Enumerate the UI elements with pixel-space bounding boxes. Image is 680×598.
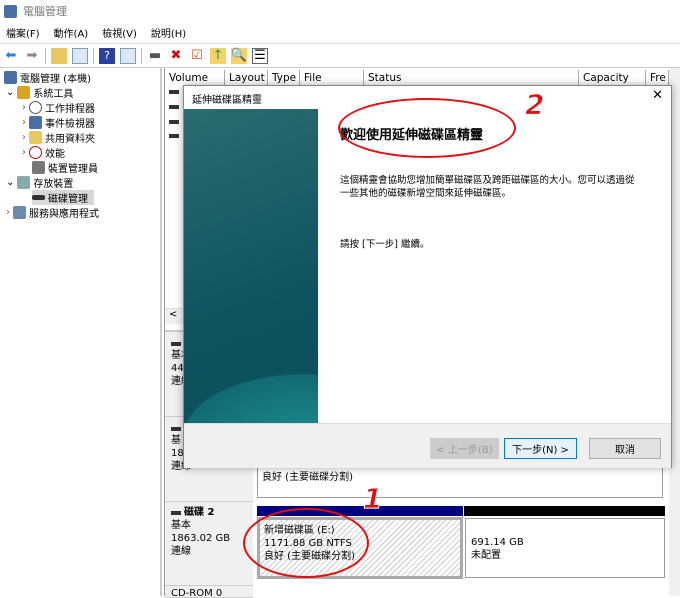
cdrom-info[interactable]: CD-ROM 0 — [165, 586, 253, 598]
tree-item-task-scheduler[interactable]: › 工作排程器 — [0, 100, 160, 115]
drive-icon — [171, 510, 181, 515]
tree-item-root[interactable]: 電腦管理 (本機) — [0, 70, 160, 85]
storage-icon — [17, 176, 31, 189]
performance-icon — [29, 146, 42, 159]
delete-icon[interactable]: ✖ — [168, 48, 184, 64]
search-icon[interactable]: 🔍 — [231, 47, 247, 64]
column-capacity[interactable]: Capacity — [579, 70, 646, 86]
action-pane-icon[interactable] — [120, 47, 136, 64]
toolbar-divider — [93, 47, 94, 64]
toolbar-divider — [141, 47, 142, 64]
tree-item-system-tools[interactable]: ⌄ 系統工具 — [0, 85, 160, 100]
computer-icon — [4, 71, 17, 84]
toolbar: ⬅ ➡ ? ▬ ✖ ☑ ↑ 🔍 ☰ — [0, 44, 680, 68]
event-viewer-icon — [29, 116, 42, 129]
menu-file[interactable]: 檔案(F) — [6, 25, 40, 40]
chevron-right-icon[interactable]: › — [22, 117, 26, 128]
menu-action[interactable]: 動作(A) — [54, 25, 89, 40]
column-volume[interactable]: Volume — [165, 70, 225, 86]
drive-icon — [169, 105, 179, 109]
computer-management-icon — [4, 4, 17, 18]
column-status[interactable]: Status — [364, 70, 579, 86]
column-free[interactable]: Fre — [646, 70, 669, 86]
help-icon[interactable]: ? — [99, 47, 115, 64]
settings-icon[interactable]: ☰ — [252, 47, 268, 64]
unallocated-bar — [464, 506, 665, 516]
disk-2-info[interactable]: 磁碟 2 基本 1863.02 GB 連線 — [165, 502, 253, 586]
unallocated-space[interactable]: 691.14 GB 未配置 — [465, 518, 665, 578]
close-button[interactable]: ✕ — [652, 88, 663, 103]
back-button[interactable]: < 上一步(B) — [430, 438, 499, 459]
column-file-system[interactable]: File System — [300, 70, 364, 100]
drive-icon — [169, 120, 179, 124]
chevron-right-icon[interactable]: › — [22, 147, 26, 158]
tree-item-event-viewer[interactable]: › 事件檢視器 — [0, 115, 160, 130]
column-type[interactable]: Type — [268, 70, 300, 86]
tree-item-device-manager[interactable]: 裝置管理員 — [0, 160, 160, 175]
title-bar: 電腦管理 — [0, 0, 680, 22]
scroll-left-icon[interactable]: < — [165, 309, 177, 320]
chevron-down-icon[interactable]: ⌄ — [6, 177, 14, 188]
drive-icon — [171, 342, 181, 346]
tools-icon — [17, 86, 31, 99]
properties-icon[interactable]: ☑ — [189, 48, 205, 64]
connect-drive-icon[interactable]: ▬ — [147, 48, 163, 64]
tree-item-disk-management[interactable]: 磁碟管理 — [32, 190, 94, 205]
services-icon — [13, 206, 26, 219]
column-layout[interactable]: Layout — [225, 70, 268, 86]
menu-help[interactable]: 說明(H) — [151, 25, 186, 40]
chevron-down-icon[interactable]: ⌄ — [6, 87, 14, 98]
tree-item-storage[interactable]: ⌄ 存放裝置 — [0, 175, 160, 190]
chevron-right-icon[interactable]: › — [22, 132, 26, 143]
cancel-button[interactable]: 取消 — [589, 438, 661, 459]
show-hide-tree-icon[interactable] — [72, 47, 88, 64]
clock-icon — [29, 101, 42, 114]
tree-item-performance[interactable]: › 效能 — [0, 145, 160, 160]
drive-icon — [171, 427, 181, 431]
navigation-tree: 電腦管理 (本機) ⌄ 系統工具 › 工作排程器 › 事件檢視器 › 共用資料夾 › 效能… — [0, 68, 162, 596]
window-title: 電腦管理 — [23, 5, 67, 18]
next-button[interactable]: 下一步(N) > — [504, 438, 577, 459]
export-icon[interactable]: ↑ — [210, 47, 226, 64]
shared-folder-icon — [29, 131, 42, 144]
back-arrow-icon[interactable]: ⬅ — [3, 48, 19, 64]
wizard-instruction: 請按 [下一步] 繼續。 — [340, 239, 430, 250]
forward-arrow-icon[interactable]: ➡ — [24, 48, 40, 64]
disk-icon — [32, 195, 45, 200]
menu-view[interactable]: 檢視(V) — [102, 25, 137, 40]
device-manager-icon — [32, 161, 45, 174]
chevron-right-icon[interactable]: › — [22, 102, 26, 113]
tree-item-services[interactable]: › 服務與應用程式 — [0, 205, 160, 220]
annotation-ellipse-partition — [243, 508, 369, 578]
annotation-number-2: 2 — [524, 88, 545, 122]
drive-icon — [169, 90, 179, 94]
toolbar-divider — [45, 47, 46, 64]
drive-icon — [169, 134, 179, 138]
up-folder-icon[interactable] — [51, 47, 67, 64]
menu-bar: 檔案(F) 動作(A) 檢視(V) 說明(H) — [0, 22, 680, 44]
dialog-title: 延伸磁碟區精靈 — [192, 95, 262, 106]
wizard-banner-image — [184, 109, 318, 423]
annotation-ellipse-heading — [338, 98, 516, 158]
annotation-number-1: 1 — [362, 482, 383, 516]
wizard-description: 這個精靈會協助您增加簡單磁碟區及跨距磁碟區的大小。您可以透過從一些其他的磁碟新增… — [340, 175, 635, 199]
chevron-right-icon[interactable]: › — [6, 207, 10, 218]
tree-item-shared-folders[interactable]: › 共用資料夾 — [0, 130, 160, 145]
